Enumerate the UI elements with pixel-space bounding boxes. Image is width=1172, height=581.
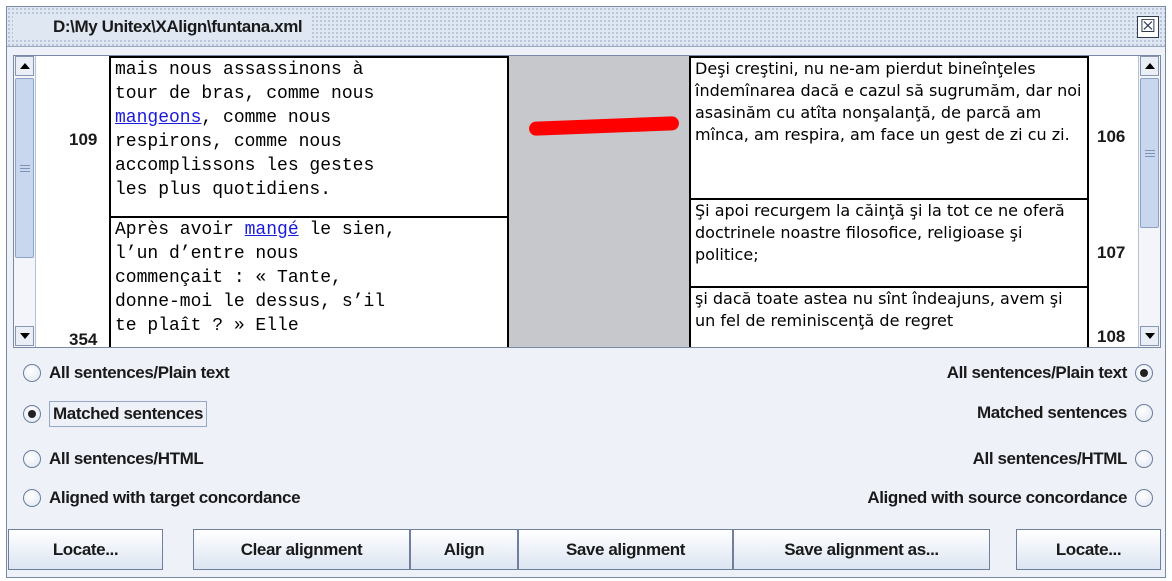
source-sentence-number: 109 <box>69 130 98 149</box>
option-label: All sentences/HTML <box>49 449 204 468</box>
save-alignment-as-button[interactable]: Save alignment as... <box>733 529 990 570</box>
option-label: Aligned with target concordance <box>49 488 301 507</box>
target-sentence-number: 106 <box>1097 127 1126 146</box>
source-sentence[interactable]: Après avoir mangé le sien, l’un d’entre … <box>109 216 509 347</box>
source-scroll-thumb[interactable] <box>15 78 34 258</box>
radio-button[interactable] <box>1135 489 1153 507</box>
source-option-html[interactable]: All sentences/HTML <box>23 449 204 469</box>
source-text: mais nous assassinons à tour de bras, co… <box>115 60 375 104</box>
option-label: All sentences/Plain text <box>49 363 230 382</box>
alignment-view: 109 354 mais nous assassinons à tour de … <box>13 55 1161 348</box>
option-label: All sentences/HTML <box>972 449 1128 468</box>
alignment-link[interactable] <box>528 116 680 136</box>
scroll-down-icon[interactable] <box>15 326 34 346</box>
option-label: Matched sentences <box>49 401 208 427</box>
xalign-window: D:\My Unitex\XAlign\funtana.xml ☒ 109 35… <box>6 6 1166 578</box>
target-scrollbar[interactable] <box>1138 56 1160 347</box>
target-sentence[interactable]: şi dacă toate astea nu sînt îndeajuns, a… <box>689 286 1089 347</box>
title-bar[interactable]: D:\My Unitex\XAlign\funtana.xml ☒ <box>7 7 1165 47</box>
option-label: Aligned with source concordance <box>867 488 1127 507</box>
target-column: Deşi creştini, nu ne-am pierdut bineînţe… <box>689 56 1089 347</box>
source-link[interactable]: mangé <box>245 220 299 240</box>
option-label: All sentences/Plain text <box>946 363 1128 382</box>
radio-button[interactable] <box>23 405 41 423</box>
target-sentence[interactable]: Şi apoi recurgem la căinţă şi la tot ce … <box>689 198 1089 288</box>
option-label: Matched sentences <box>976 403 1127 422</box>
target-option-html[interactable]: All sentences/HTML <box>973 449 1153 469</box>
target-sentence-number: 107 <box>1097 243 1126 262</box>
radio-button[interactable] <box>23 364 41 382</box>
target-sentence[interactable]: Deşi creştini, nu ne-am pierdut bineînţe… <box>689 56 1089 200</box>
source-sentence-number: 354 <box>69 330 98 348</box>
align-button[interactable]: Align <box>410 529 518 570</box>
save-alignment-button[interactable]: Save alignment <box>518 529 733 570</box>
locate-target-button[interactable]: Locate... <box>1016 529 1161 570</box>
target-text: şi dacă toate astea nu sînt îndeajuns, a… <box>695 289 1063 330</box>
source-option-concordance[interactable]: Aligned with target concordance <box>23 488 301 508</box>
source-column: mais nous assassinons à tour de bras, co… <box>109 56 509 347</box>
source-link[interactable]: mangeons <box>115 108 201 128</box>
scroll-up-icon[interactable] <box>1140 56 1159 76</box>
source-scrollbar[interactable] <box>14 56 36 347</box>
target-option-plain[interactable]: All sentences/Plain text <box>947 363 1153 383</box>
source-option-plain[interactable]: All sentences/Plain text <box>23 363 230 383</box>
close-icon[interactable]: ☒ <box>1137 16 1159 38</box>
scroll-up-icon[interactable] <box>15 56 34 76</box>
radio-button[interactable] <box>23 450 41 468</box>
target-option-concordance[interactable]: Aligned with source concordance <box>867 488 1153 508</box>
clear-alignment-button[interactable]: Clear alignment <box>193 529 410 570</box>
target-text: Deşi creştini, nu ne-am pierdut bineînţe… <box>695 59 1082 144</box>
scroll-down-icon[interactable] <box>1140 326 1159 346</box>
locate-source-button[interactable]: Locate... <box>8 529 163 570</box>
target-text: Şi apoi recurgem la căinţă şi la tot ce … <box>695 201 1065 264</box>
target-scroll-thumb[interactable] <box>1140 78 1159 228</box>
radio-button[interactable] <box>1135 450 1153 468</box>
radio-button[interactable] <box>1135 404 1153 422</box>
source-sentence[interactable]: mais nous assassinons à tour de bras, co… <box>109 56 509 218</box>
alignment-links-area[interactable] <box>509 56 689 347</box>
title-cell: D:\My Unitex\XAlign\funtana.xml <box>13 15 311 39</box>
source-text: Après avoir <box>115 220 245 240</box>
source-option-matched[interactable]: Matched sentences <box>23 401 208 427</box>
window-title: D:\My Unitex\XAlign\funtana.xml <box>53 17 303 36</box>
target-sentence-number: 108 <box>1097 327 1126 346</box>
radio-button[interactable] <box>23 489 41 507</box>
radio-button[interactable] <box>1135 364 1153 382</box>
target-option-matched[interactable]: Matched sentences <box>977 403 1153 423</box>
